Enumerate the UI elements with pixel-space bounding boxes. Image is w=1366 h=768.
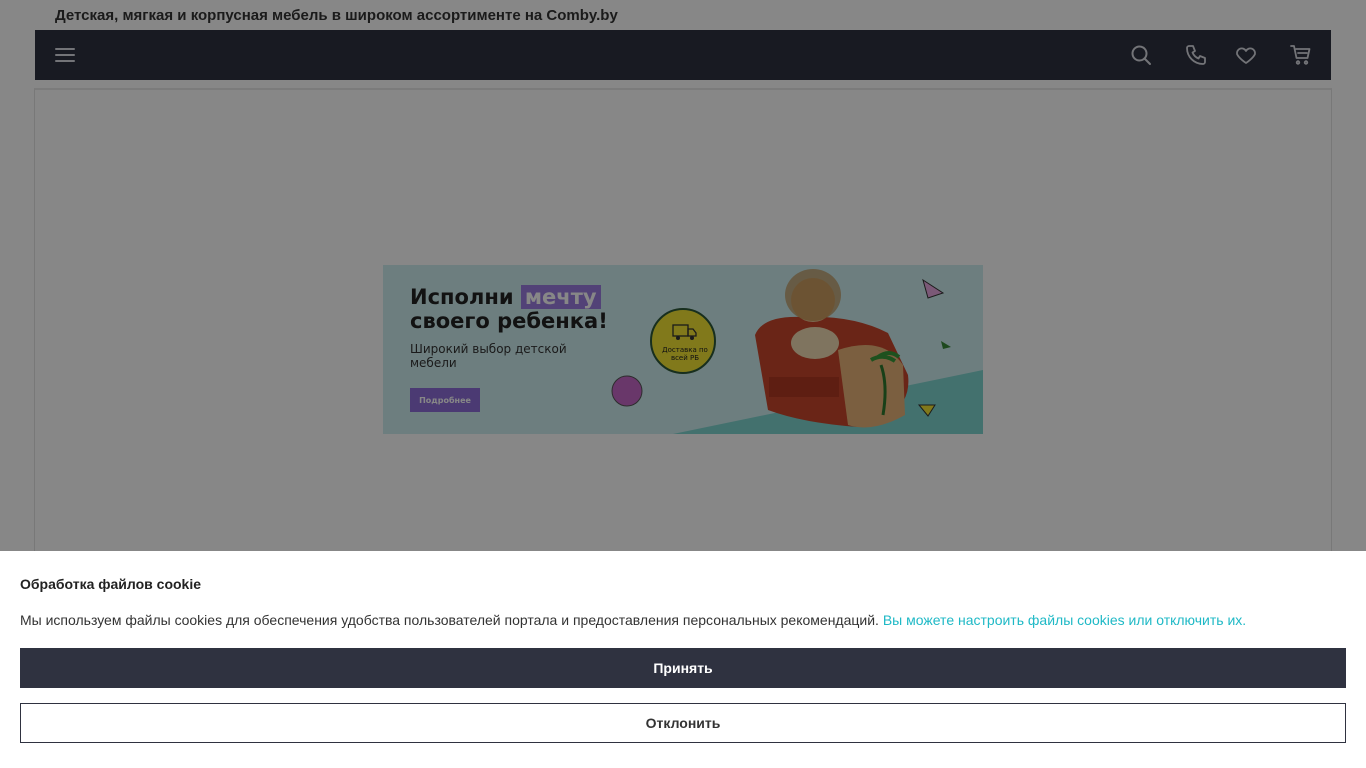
cookie-description: Мы используем файлы cookies для обеспече… xyxy=(20,612,1246,628)
decline-button[interactable]: Отклонить xyxy=(20,703,1346,743)
cookie-title: Обработка файлов cookie xyxy=(20,576,202,592)
cookie-settings-link[interactable]: Вы можете настроить файлы cookies или от… xyxy=(883,612,1246,628)
page: Детская, мягкая и корпусная мебель в шир… xyxy=(0,0,1366,768)
accept-button[interactable]: Принять xyxy=(20,648,1346,688)
cookie-text: Мы используем файлы cookies для обеспече… xyxy=(20,612,879,628)
cookie-panel: Обработка файлов cookie Мы используем фа… xyxy=(0,551,1366,768)
